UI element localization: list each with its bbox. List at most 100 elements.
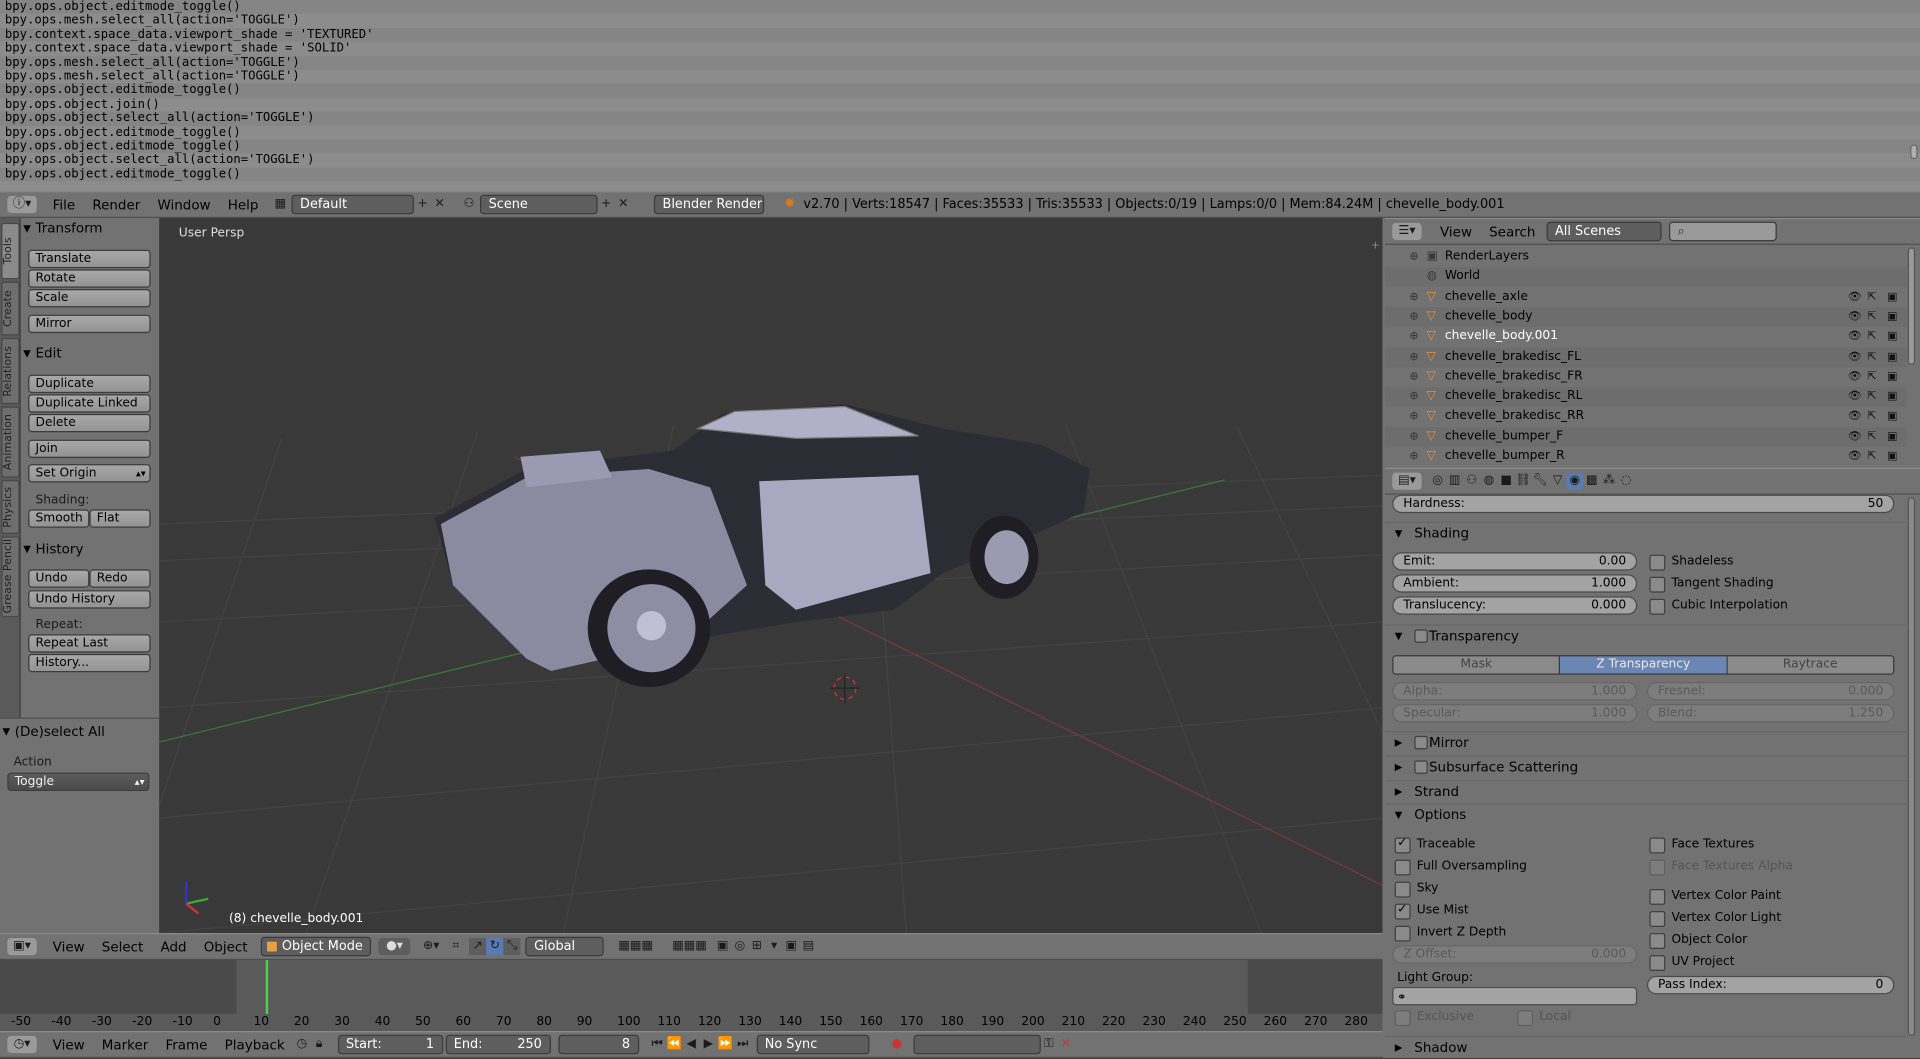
eye-icon[interactable]: 👁︎ (1848, 407, 1862, 427)
delete-button[interactable]: Delete (28, 413, 151, 433)
play-reverse-icon[interactable]: ◀ (683, 1036, 700, 1053)
mirror-enable-checkbox[interactable] (1414, 735, 1428, 750)
mask-option[interactable]: Mask (1393, 656, 1560, 674)
cursor-select-icon[interactable]: ⇱ (1867, 447, 1876, 467)
eye-icon[interactable]: 👁︎ (1848, 327, 1862, 347)
outliner[interactable]: ▣ ⊕ RenderLayers ◍ World ▽ ⊕ chevelle_axle 👁︎ ⇱ ▣ ▽… (1384, 244, 1920, 467)
eye-icon[interactable]: 👁︎ (1848, 427, 1862, 447)
action-select[interactable]: Toggle ▴▾ (7, 772, 150, 792)
info-editor-icon[interactable]: ⓘ▾ (7, 195, 37, 214)
object-color-checkbox[interactable]: Object Color (1649, 932, 1747, 949)
jump-end-icon[interactable]: ⏭ (734, 1036, 751, 1053)
cursor-select-icon[interactable]: ⇱ (1867, 347, 1876, 367)
panel-transform-header[interactable]: Transform (21, 218, 103, 240)
panel-history-header[interactable]: History (21, 539, 84, 561)
screen-layout-field[interactable]: Default (291, 194, 414, 215)
remove-scene-icon[interactable]: ✕ (615, 196, 632, 213)
outliner-row[interactable]: ▽ ⊕ chevelle_axle 👁︎ ⇱ ▣ (1385, 287, 1907, 307)
alpha-field[interactable]: Alpha: 1.000 (1392, 682, 1638, 701)
cursor-select-icon[interactable]: ⇱ (1867, 287, 1876, 307)
menu-playback[interactable]: Playback (216, 1037, 293, 1053)
python-console[interactable]: bpy.ops.object.editmode_toggle() bpy.ops.… (0, 0, 1920, 192)
sss-panel-header[interactable]: ▶ Subsurface Scattering (1384, 755, 1907, 778)
render-animation-icon[interactable]: ▤ (800, 938, 817, 955)
lock-layers-icon[interactable]: ▣ (714, 938, 731, 955)
layers-grid-2-icon[interactable]: ▦▦▦ (665, 938, 714, 955)
texture-tab-icon[interactable]: ▩ (1583, 473, 1600, 490)
insert-keyframe-icon[interactable]: ⚿ (1040, 1036, 1057, 1053)
sky-checkbox[interactable]: Sky (1394, 880, 1438, 898)
expand-icon[interactable]: ⊕ (1409, 427, 1418, 447)
cursor-select-icon[interactable]: ⇱ (1867, 387, 1876, 407)
expand-icon[interactable]: ⊕ (1409, 287, 1418, 307)
render-tab-icon[interactable]: ◎ (1429, 473, 1446, 490)
smooth-button[interactable]: Smooth (28, 509, 90, 528)
scene-tab-icon[interactable]: ⚇ (1463, 473, 1480, 490)
camera-render-icon[interactable]: ▣ (1887, 327, 1897, 347)
tab-relations[interactable]: Relations (1, 337, 20, 405)
expand-icon[interactable]: ⊕ (1409, 367, 1418, 387)
view-properties-toggle-icon[interactable]: + (1371, 240, 1380, 252)
current-frame-field[interactable]: 8 (557, 1034, 639, 1055)
outliner-scrollbar[interactable] (1907, 247, 1916, 365)
jump-start-icon[interactable]: ⏮ (648, 1036, 665, 1053)
tab-physics[interactable]: Physics (1, 480, 20, 534)
tab-tools[interactable]: Tools (1, 222, 20, 280)
menu-help[interactable]: Help (219, 197, 267, 213)
outliner-row[interactable]: ▽ ⊕ chevelle_bumper_R 👁︎ ⇱ ▣ (1385, 447, 1907, 467)
eye-icon[interactable]: 👁︎ (1848, 347, 1862, 367)
eye-icon[interactable]: 👁︎ (1848, 307, 1862, 327)
camera-render-icon[interactable]: ▣ (1887, 307, 1897, 327)
undo-history-button[interactable]: Undo History (28, 590, 151, 609)
manipulator-toggle-icon[interactable]: ⌗ (447, 938, 464, 955)
keying-set-field[interactable] (912, 1034, 1041, 1055)
render-layers-tab-icon[interactable]: ▥ (1446, 473, 1463, 490)
menu-marker[interactable]: Marker (93, 1037, 157, 1053)
timeline-editor-icon[interactable]: ◷▾ (7, 1035, 37, 1054)
outliner-row[interactable]: ▽ ⊕ chevelle_brakedisc_FL 👁︎ ⇱ ▣ (1384, 347, 1907, 367)
timeline[interactable]: -50 -40 -30 -20 -10 0 10 20 30 40 50 60 70 80 90 100 110… (0, 960, 1383, 1032)
scene-icon[interactable]: ⚇ (460, 196, 477, 213)
mirror-panel-header[interactable]: ▶ Mirror (1384, 731, 1907, 753)
orientation-select[interactable]: Global (525, 936, 604, 957)
current-frame-marker[interactable] (265, 960, 269, 1014)
constraints-tab-icon[interactable]: ⛓ (1515, 473, 1532, 490)
light-group-field[interactable]: ⚭ (1392, 986, 1638, 1006)
outliner-row[interactable]: ▽ ⊕ chevelle_brakedisc_RL 👁︎ ⇱ ▣ (1384, 387, 1907, 407)
rotate-button[interactable]: Rotate (28, 269, 151, 288)
camera-render-icon[interactable]: ▣ (1887, 407, 1897, 427)
traceable-checkbox[interactable]: Traceable (1394, 835, 1475, 854)
strand-panel-header[interactable]: ▶ Strand (1384, 780, 1907, 802)
z-transparency-option[interactable]: Z Transparency (1559, 656, 1728, 674)
duplicate-button[interactable]: Duplicate (28, 374, 151, 394)
camera-render-icon[interactable]: ▣ (1887, 387, 1897, 407)
menu-tl-view[interactable]: View (44, 1037, 93, 1053)
outliner-row[interactable]: ▽ ⊕ chevelle_brakedisc_FR 👁︎ ⇱ ▣ (1385, 367, 1907, 387)
face-textures-alpha-checkbox[interactable]: Face Textures Alpha (1649, 858, 1793, 876)
uv-project-checkbox[interactable]: UV Project (1649, 954, 1735, 972)
exclusive-checkbox[interactable]: Exclusive (1394, 1009, 1474, 1027)
shadeless-checkbox[interactable]: Shadeless (1649, 553, 1733, 571)
expand-icon[interactable]: ⊕ (1409, 447, 1418, 467)
add-layout-icon[interactable]: + (414, 196, 431, 213)
properties-scrollbar[interactable] (1907, 497, 1916, 1036)
camera-render-icon[interactable]: ▣ (1887, 447, 1897, 467)
raytrace-option[interactable]: Raytrace (1727, 656, 1894, 674)
operator-title[interactable]: (De)select All (0, 721, 105, 743)
full-oversampling-checkbox[interactable]: Full Oversampling (1394, 858, 1527, 876)
snap-icon[interactable]: ⊞ (748, 938, 765, 955)
rotate-manipulator-icon[interactable]: ↻ (486, 937, 504, 956)
translate-button[interactable]: Translate (28, 249, 151, 269)
snap-target-icon[interactable]: ▾ (766, 938, 783, 955)
vertex-color-paint-checkbox[interactable]: Vertex Color Paint (1649, 888, 1781, 905)
options-panel-header[interactable]: ▼ Options (1384, 803, 1907, 825)
translate-manipulator-icon[interactable]: ↗ (469, 937, 487, 956)
jump-keyframe-back-icon[interactable]: ⏪ (666, 1036, 683, 1053)
play-icon[interactable]: ▶ (700, 1036, 717, 1053)
cursor-select-icon[interactable]: ⇱ (1867, 367, 1876, 387)
panel-edit-header[interactable]: Edit (21, 343, 61, 365)
transparency-panel-header[interactable]: ▼ Transparency (1384, 624, 1907, 646)
add-scene-icon[interactable]: + (598, 196, 615, 213)
outliner-row[interactable]: ▽ ⊕ chevelle_bumper_F 👁︎ ⇱ ▣ (1384, 426, 1907, 447)
camera-render-icon[interactable]: ▣ (1887, 287, 1897, 307)
